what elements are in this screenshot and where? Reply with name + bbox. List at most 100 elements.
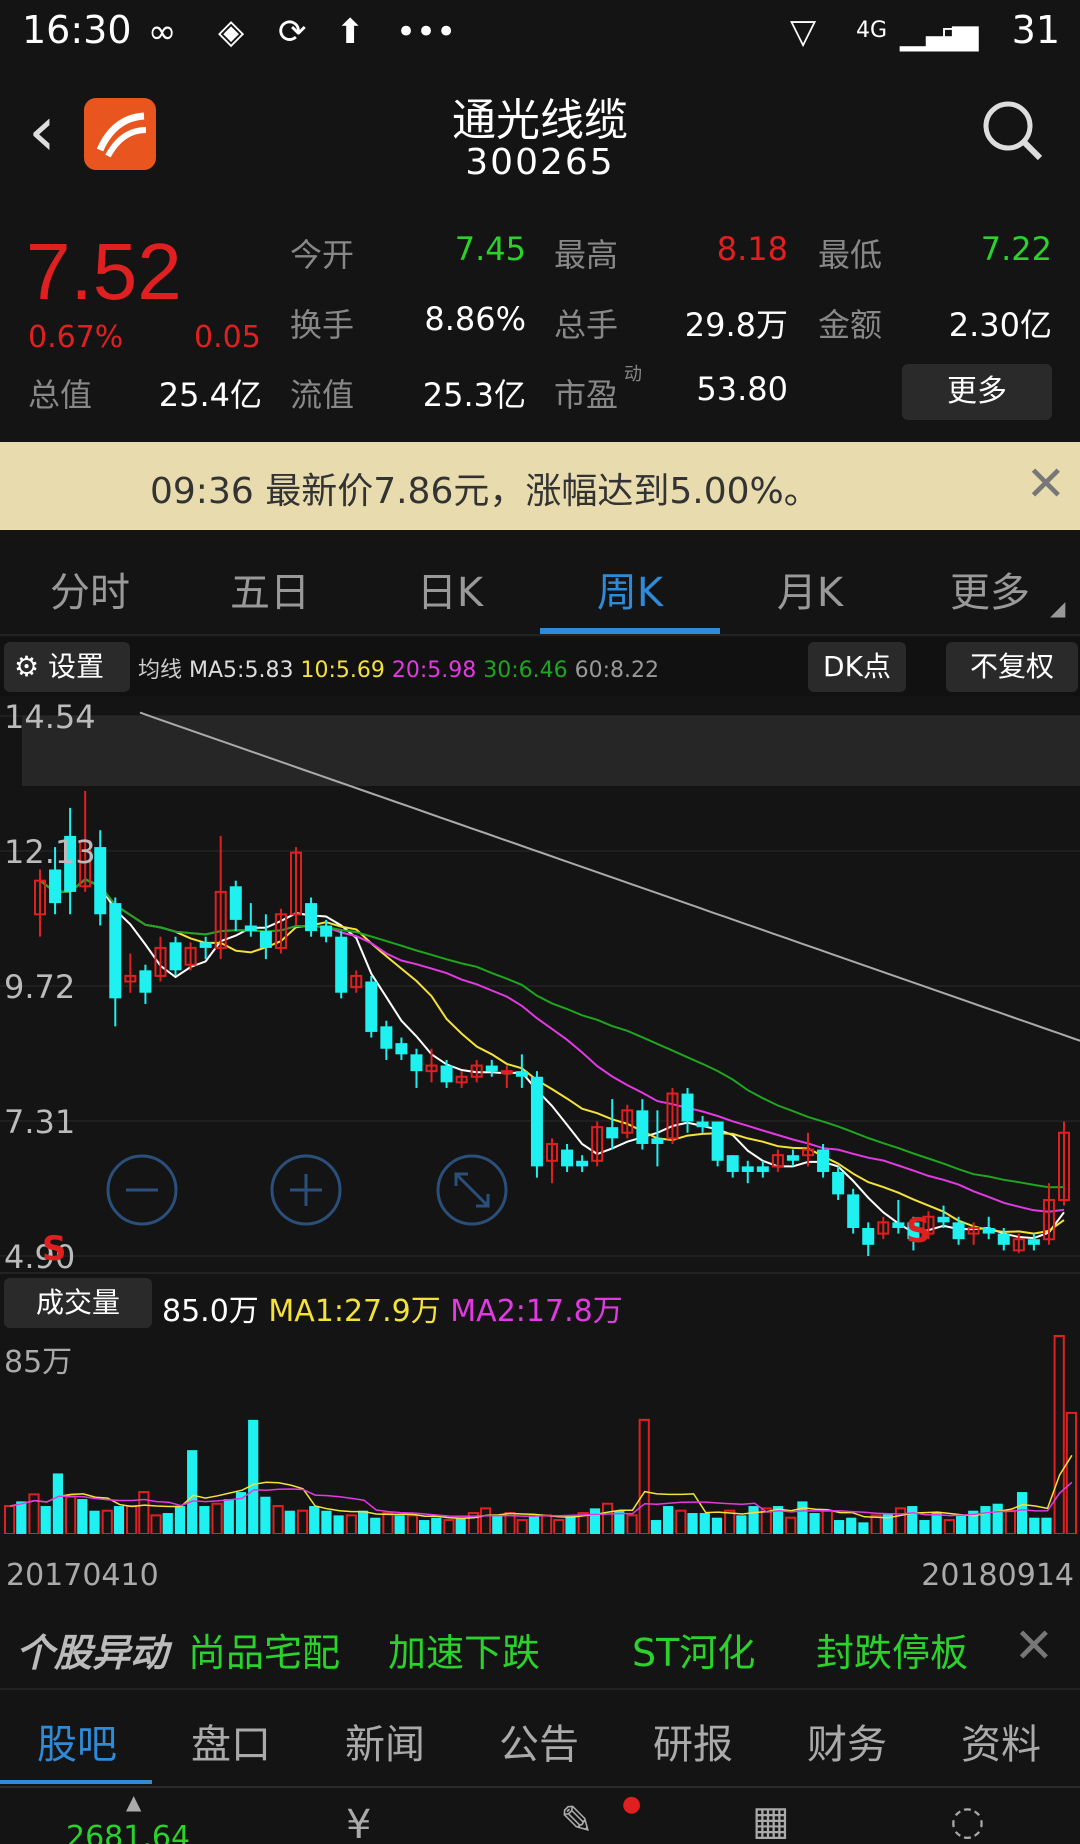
stock-header: ‹ 通光线缆 300265 (0, 66, 1080, 216)
grid-icon[interactable]: ▦ (752, 1798, 790, 1844)
candle (606, 1099, 619, 1150)
volume-bar (894, 1507, 907, 1535)
quote-value-open: 7.45 (454, 230, 526, 268)
candle (305, 897, 318, 937)
volume-bar (955, 1515, 967, 1534)
tab-five-day[interactable]: 五日 (180, 560, 360, 618)
dk-point-button[interactable]: DK点 (808, 642, 906, 692)
quote-label-total-hands: 总手 (554, 306, 619, 344)
candle (425, 1048, 438, 1083)
zoom-in-button[interactable] (270, 1154, 342, 1226)
tab-profile[interactable]: 资料 (936, 1712, 1066, 1770)
candle-body (711, 1121, 724, 1161)
volume-bar (321, 1510, 332, 1534)
quote-value-total-value: 25.4亿 (158, 376, 262, 414)
close-icon[interactable]: ✕ (1026, 456, 1066, 512)
close-icon[interactable]: ✕ (1014, 1618, 1054, 1674)
status-time: 16:30 (22, 8, 132, 52)
quote-value-turnover: 8.86% (424, 300, 526, 338)
candle-body (199, 942, 212, 948)
battery-icon: ▭ (940, 12, 973, 52)
zoom-out-button[interactable] (106, 1154, 178, 1226)
tab-intraday[interactable]: 分时 (0, 560, 180, 618)
settings-button[interactable]: ⚙ 设置 (4, 642, 130, 692)
quote-value-low: 7.22 (980, 230, 1052, 268)
tab-forum[interactable]: 股吧 (12, 1712, 142, 1770)
tab-weekly-k[interactable]: 周K (540, 560, 720, 618)
volume-bar (16, 1501, 27, 1534)
fullscreen-button[interactable] (436, 1154, 508, 1226)
volume-bar (638, 1418, 650, 1535)
ma10-value: 10:5.69 (300, 658, 385, 683)
end-date: 20180914 (921, 1558, 1074, 1593)
tab-news[interactable]: 新闻 (320, 1712, 450, 1770)
date-axis: 20170410 20180914 (0, 1558, 1080, 1598)
candle-body (500, 1070, 513, 1075)
candle-body (832, 1171, 845, 1195)
volume-chart[interactable]: 85万 (0, 1334, 1080, 1536)
candle-body (982, 1227, 995, 1234)
adjust-button[interactable]: 不复权 (946, 642, 1078, 692)
volume-bar (821, 1509, 833, 1536)
volume-bar (528, 1515, 539, 1534)
candle (877, 1216, 890, 1240)
volume-bar (748, 1506, 759, 1534)
volume-bar (40, 1506, 51, 1534)
change-percent: 0.67% (28, 320, 124, 355)
gear-icon: ⚙ (14, 650, 40, 683)
volume-bar: 成交量 85.0万 MA1:27.9万 MA2:17.8万 (0, 1272, 1080, 1332)
tab-finance[interactable]: 财务 (782, 1712, 912, 1770)
candle (847, 1188, 860, 1234)
sync-icon: ⟳ (278, 12, 307, 52)
volume-bar (138, 1491, 150, 1535)
more-button[interactable]: 更多 (902, 364, 1052, 420)
more-icon[interactable]: ◌ (950, 1798, 985, 1844)
candle-body (139, 970, 152, 993)
candle-body (636, 1110, 649, 1144)
candle (380, 1020, 393, 1060)
volume-button[interactable]: 成交量 (4, 1278, 152, 1328)
y-axis-label: 9.72 (4, 968, 75, 1006)
trade-icon[interactable]: ¥ (346, 1802, 371, 1844)
candle-body (847, 1194, 860, 1228)
mover-item[interactable]: 加速下跌 (388, 1622, 540, 1677)
volume-bar (345, 1514, 357, 1535)
mover-item[interactable]: 尚品宅配 (188, 1622, 340, 1677)
volume-bar (492, 1515, 503, 1534)
tab-announcements[interactable]: 公告 (474, 1712, 604, 1770)
candle-body (726, 1155, 739, 1172)
corner-triangle-icon: ◢ (1050, 596, 1066, 620)
candle (681, 1087, 694, 1133)
mover-item[interactable]: ST河化 (632, 1622, 755, 1677)
volume-bar (907, 1506, 918, 1534)
edit-icon[interactable]: ✎ (560, 1798, 594, 1844)
index-value[interactable]: 2681.64 (66, 1820, 190, 1844)
quote-label-high: 最高 (554, 236, 619, 274)
volume-bar (650, 1520, 662, 1534)
tab-research[interactable]: 研报 (628, 1712, 758, 1770)
tab-daily-k[interactable]: 日K (360, 560, 540, 618)
candle-body (786, 1155, 799, 1161)
volume-bar (479, 1507, 492, 1535)
candle (621, 1104, 634, 1139)
search-icon[interactable] (980, 98, 1044, 166)
volume-bar (626, 1514, 638, 1535)
candlestick-chart[interactable]: 14.54 12.13 9.72 7.31 4.90 S S (0, 696, 1080, 1276)
candle-body (335, 936, 348, 993)
volume-bar (846, 1517, 857, 1534)
volume-svg: 85万 (4, 1335, 1077, 1536)
candle (726, 1155, 739, 1178)
tab-orderbook[interactable]: 盘口 (166, 1712, 296, 1770)
volume-bar (126, 1505, 138, 1535)
candle-body (1027, 1239, 1040, 1245)
stock-name: 通光线缆 (452, 95, 628, 146)
movers-label: 个股异动 (16, 1631, 169, 1675)
candle-body (741, 1166, 754, 1172)
shield-icon: ◈ (218, 12, 245, 52)
candle-body (952, 1222, 965, 1240)
volume-bar (711, 1517, 723, 1534)
mover-item[interactable]: 封跌停板 (816, 1622, 968, 1677)
candle (786, 1149, 799, 1167)
tab-monthly-k[interactable]: 月K (720, 560, 900, 618)
candle-body (696, 1121, 709, 1128)
